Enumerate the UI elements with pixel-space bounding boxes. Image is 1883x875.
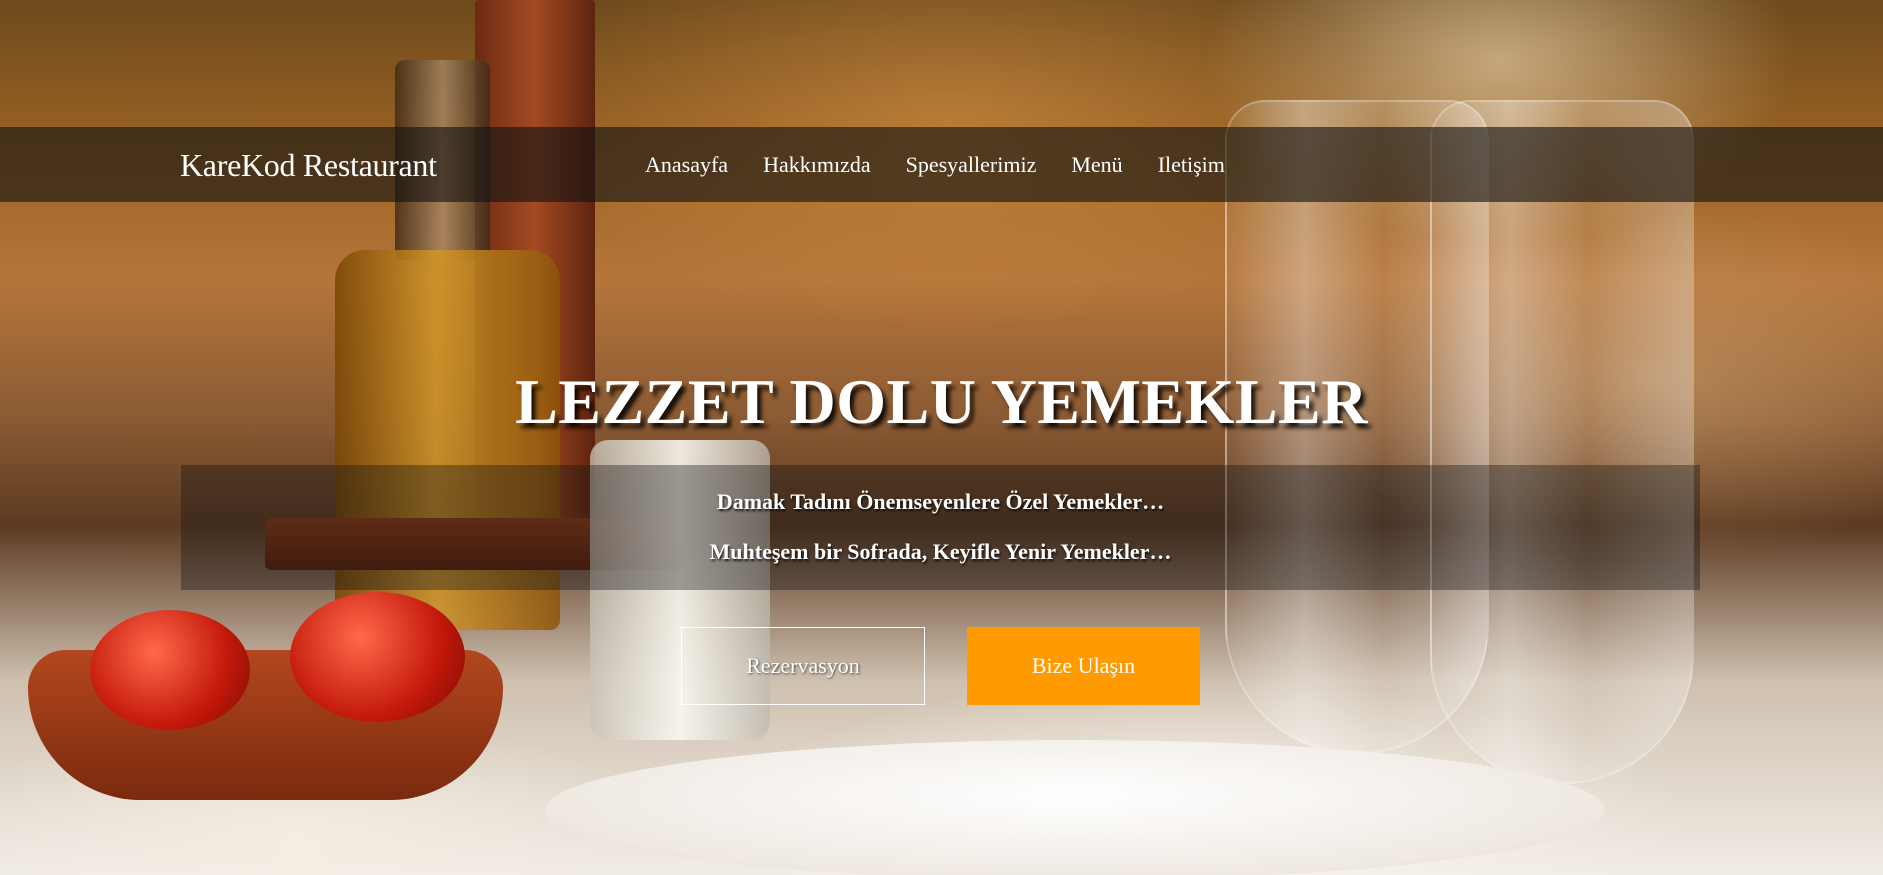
hero-tagline: Damak Tadını Önemseyenlere Özel Yemekler…	[716, 489, 1165, 514]
nav-item-iletisim[interactable]: Iletişim	[1158, 151, 1225, 179]
wine-glass-decoration	[1430, 100, 1694, 784]
tagline-box: Damak Tadını Önemseyenlere Özel Yemekler…	[181, 465, 1700, 590]
plate-decoration	[545, 740, 1605, 875]
reservation-button[interactable]: Rezervasyon	[681, 627, 925, 705]
nav-item-menu[interactable]: Menü	[1071, 151, 1122, 179]
contact-button[interactable]: Bize Ulaşın	[967, 627, 1200, 705]
tomato-decoration	[290, 592, 465, 722]
hero-headline: LEZZET DOLU YEMEKLER	[515, 366, 1368, 437]
hero-tagline: Muhteşem bir Sofrada, Keyifle Yenir Yeme…	[709, 539, 1172, 564]
nav-item-spesyallerimiz[interactable]: Spesyallerimiz	[906, 151, 1037, 179]
nav-item-anasayfa[interactable]: Anasayfa	[645, 151, 728, 179]
brand-logo[interactable]: KareKod Restaurant	[180, 147, 437, 183]
nav-item-hakkimizda[interactable]: Hakkımızda	[763, 151, 871, 179]
main-nav: Anasayfa Hakkımızda Spesyallerimiz Menü …	[645, 151, 1225, 179]
bowl-decoration	[28, 650, 503, 800]
navbar: KareKod Restaurant Anasayfa Hakkımızda S…	[0, 127, 1883, 202]
hero-section: KareKod Restaurant Anasayfa Hakkımızda S…	[0, 0, 1883, 875]
tomato-decoration	[90, 610, 250, 730]
